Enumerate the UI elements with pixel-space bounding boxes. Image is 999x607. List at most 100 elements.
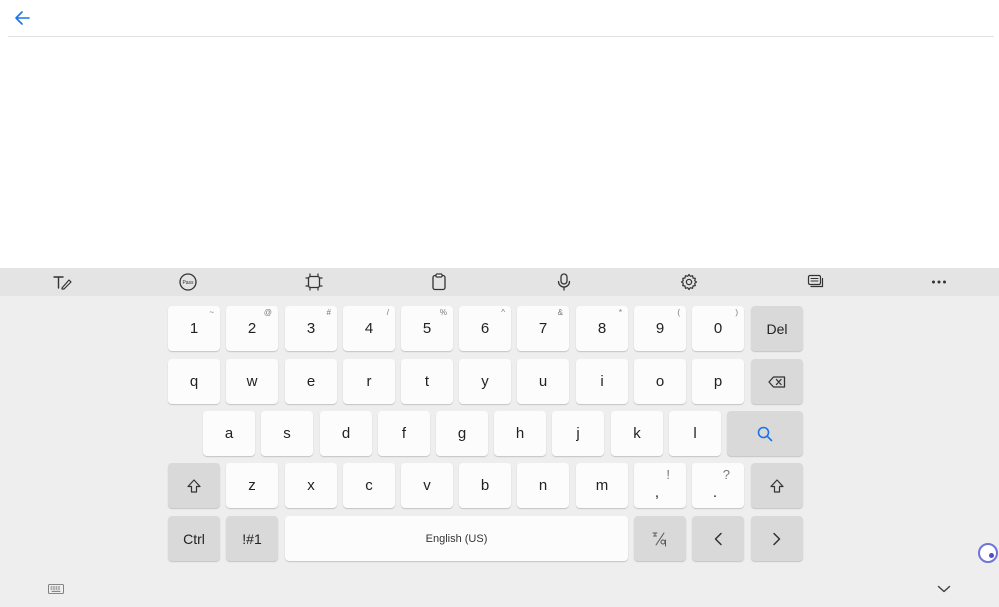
voice-input-button[interactable] bbox=[552, 270, 576, 294]
samsung-pass-button[interactable]: Pass bbox=[176, 270, 200, 294]
key-comma-label: , bbox=[654, 484, 660, 501]
key-0[interactable]: ) 0 bbox=[692, 306, 744, 351]
key-9[interactable]: ( 9 bbox=[634, 306, 686, 351]
settings-button[interactable] bbox=[677, 270, 701, 294]
search-icon bbox=[757, 426, 773, 441]
key-5[interactable]: % 5 bbox=[401, 306, 453, 351]
key-g-label: g bbox=[457, 425, 467, 442]
key-3[interactable]: # 3 bbox=[285, 306, 337, 351]
chevron-right-icon bbox=[773, 532, 781, 545]
key-u[interactable]: u bbox=[517, 359, 569, 404]
key-d[interactable]: d bbox=[320, 411, 372, 456]
key-n[interactable]: n bbox=[517, 463, 569, 508]
key-k[interactable]: k bbox=[611, 411, 663, 456]
key-g[interactable]: g bbox=[436, 411, 488, 456]
key-7-secondary: & bbox=[557, 308, 563, 317]
key-5-label: 5 bbox=[422, 320, 432, 337]
cursor-left-key[interactable] bbox=[692, 516, 744, 561]
key-c[interactable]: c bbox=[343, 463, 395, 508]
key-y[interactable]: y bbox=[459, 359, 511, 404]
key-q[interactable]: q bbox=[168, 359, 220, 404]
handwriting-icon bbox=[53, 276, 72, 290]
shift-key-right[interactable] bbox=[751, 463, 803, 508]
key-h-label: h bbox=[515, 425, 525, 442]
key-4-secondary: / bbox=[386, 308, 389, 317]
key-7-label: 7 bbox=[538, 320, 548, 337]
ctrl-key[interactable]: Ctrl bbox=[168, 516, 220, 561]
key-y-label: y bbox=[481, 373, 489, 390]
key-f[interactable]: f bbox=[378, 411, 430, 456]
key-period[interactable]: ? . bbox=[692, 463, 744, 508]
key-s[interactable]: s bbox=[261, 411, 313, 456]
keyboard-switch-button[interactable] bbox=[47, 583, 65, 595]
shift-icon bbox=[770, 478, 784, 493]
backspace-key[interactable] bbox=[751, 359, 803, 404]
key-v[interactable]: v bbox=[401, 463, 453, 508]
backspace-icon bbox=[768, 375, 786, 388]
key-4[interactable]: / 4 bbox=[343, 306, 395, 351]
key-6[interactable]: ^ 6 bbox=[459, 306, 511, 351]
key-comma-secondary: ! bbox=[666, 467, 670, 482]
cursor-right-key[interactable] bbox=[751, 516, 803, 561]
key-6-label: 6 bbox=[480, 320, 490, 337]
key-e[interactable]: e bbox=[285, 359, 337, 404]
key-comma[interactable]: ! , bbox=[634, 463, 686, 508]
hide-keyboard-button[interactable] bbox=[936, 581, 952, 597]
key-9-secondary: ( bbox=[677, 308, 680, 317]
header-divider bbox=[8, 36, 994, 37]
key-period-label: . bbox=[712, 484, 718, 501]
shift-icon bbox=[187, 478, 201, 493]
key-1[interactable]: ~ 1 bbox=[168, 306, 220, 351]
symbols-key[interactable]: !#1 bbox=[226, 516, 278, 561]
key-7[interactable]: & 7 bbox=[517, 306, 569, 351]
floating-assistant-bubble[interactable] bbox=[978, 543, 998, 563]
key-t[interactable]: t bbox=[401, 359, 453, 404]
del-key[interactable]: Del bbox=[751, 306, 803, 351]
key-2[interactable]: @ 2 bbox=[226, 306, 278, 351]
screen: Pass ~ 1 @ 2 # 3 / 4 % 5 ^ 6 & 7 * 8 (9… bbox=[0, 0, 999, 607]
key-m[interactable]: m bbox=[576, 463, 628, 508]
key-8-secondary: * bbox=[618, 308, 622, 317]
keyboard-mode-icon bbox=[807, 274, 824, 288]
key-z[interactable]: z bbox=[226, 463, 278, 508]
key-l-label: l bbox=[693, 425, 697, 442]
key-e-label: e bbox=[306, 373, 316, 390]
shift-key-left[interactable] bbox=[168, 463, 220, 508]
key-1-label: 1 bbox=[189, 320, 199, 337]
handwriting-button[interactable] bbox=[50, 270, 74, 294]
key-n-label: n bbox=[538, 477, 548, 494]
key-w-label: w bbox=[246, 373, 258, 390]
key-x[interactable]: x bbox=[285, 463, 337, 508]
more-options-button[interactable] bbox=[927, 270, 951, 294]
microphone-icon bbox=[557, 273, 571, 291]
key-a-label: a bbox=[224, 425, 234, 442]
keyboard-mode-button[interactable] bbox=[804, 270, 828, 294]
key-l[interactable]: l bbox=[669, 411, 721, 456]
key-a[interactable]: a bbox=[203, 411, 255, 456]
key-o[interactable]: o bbox=[634, 359, 686, 404]
clipboard-button[interactable] bbox=[427, 270, 451, 294]
key-w[interactable]: w bbox=[226, 359, 278, 404]
key-6-secondary: ^ bbox=[501, 308, 505, 317]
key-j[interactable]: j bbox=[552, 411, 604, 456]
key-h[interactable]: h bbox=[494, 411, 546, 456]
key-i[interactable]: i bbox=[576, 359, 628, 404]
key-0-secondary: ) bbox=[735, 308, 738, 317]
key-i-label: i bbox=[600, 373, 604, 390]
language-switch-key[interactable] bbox=[634, 516, 686, 561]
screen-capture-button[interactable] bbox=[302, 270, 326, 294]
key-d-label: d bbox=[341, 425, 351, 442]
key-8[interactable]: * 8 bbox=[576, 306, 628, 351]
symbols-key-label: !#1 bbox=[242, 530, 262, 547]
key-b[interactable]: b bbox=[459, 463, 511, 508]
back-button[interactable] bbox=[10, 6, 34, 30]
key-r[interactable]: r bbox=[343, 359, 395, 404]
key-j-label: j bbox=[576, 425, 580, 442]
key-3-label: 3 bbox=[306, 320, 316, 337]
key-p[interactable]: p bbox=[692, 359, 744, 404]
space-bar[interactable]: English (US) bbox=[285, 516, 628, 561]
search-key[interactable] bbox=[727, 411, 803, 456]
chevron-down-icon bbox=[937, 585, 951, 593]
pass-icon-label: Pass bbox=[182, 280, 194, 286]
key-x-label: x bbox=[307, 477, 315, 494]
